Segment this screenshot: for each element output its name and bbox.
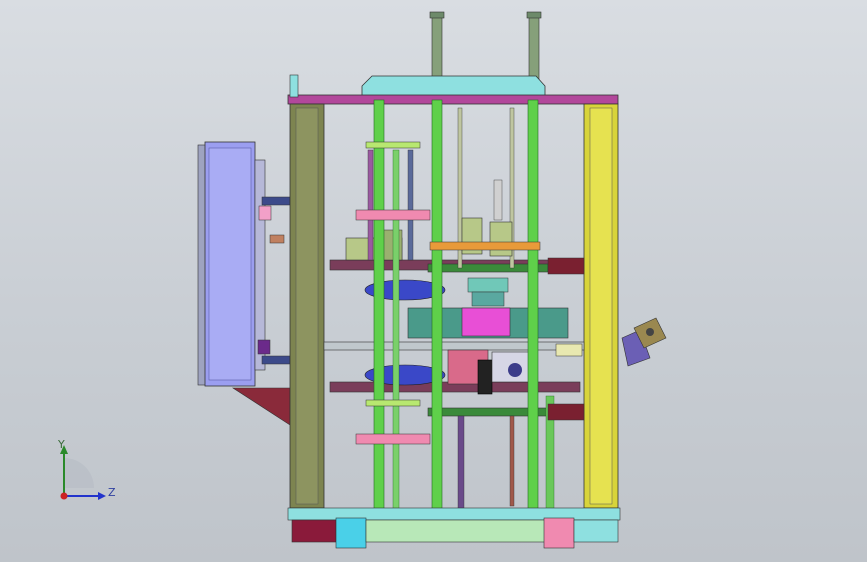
right-motor [621,317,667,367]
orientation-triad: Y Z [44,436,124,512]
machine-base [287,507,621,549]
right-column [583,103,619,509]
electrical-cabinet [197,141,291,426]
left-column [289,103,325,509]
mid-rail [323,341,585,351]
cad-viewport[interactable]: Y Z [0,0,867,562]
top-beam [287,94,619,105]
top-guide-posts [429,11,542,81]
machine-assembly-model[interactable] [0,0,867,562]
left-top-bracket [289,74,299,98]
z-axis-label: Z [108,486,116,499]
y-axis-label: Y [58,438,65,451]
top-cover-plate [361,75,546,97]
triad-arrows [60,445,106,500]
pneumatic-cylinders [429,179,541,257]
